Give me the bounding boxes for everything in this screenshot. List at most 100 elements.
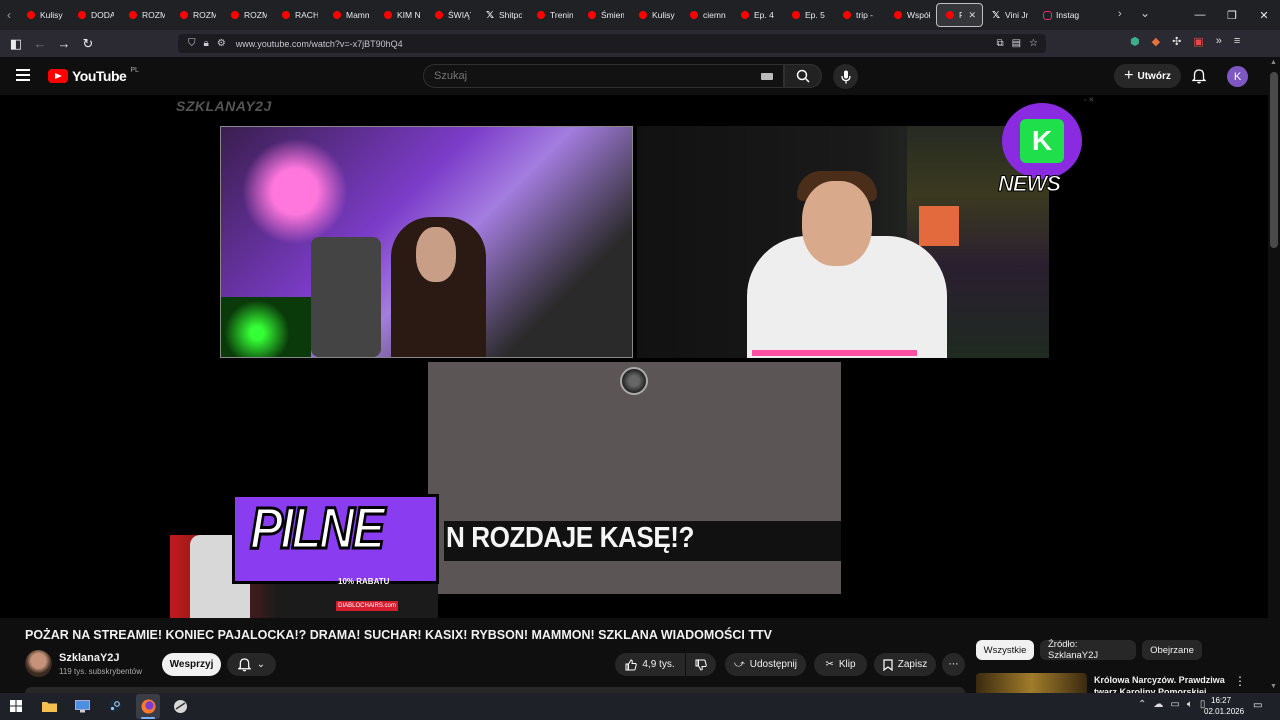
tab-label: Vini Jr. (1005, 10, 1028, 20)
lock-icon[interactable]: 🔒︎ (204, 38, 209, 49)
cloud-icon[interactable]: ☁ (1153, 699, 1163, 710)
share-button[interactable]: ⤻ Udostępnij (725, 653, 806, 676)
address-bar[interactable]: ⛉ 🔒︎ ⚙ www.youtube.com/watch?v=-x7jBT90h… (178, 34, 1046, 53)
scrollbar-thumb[interactable] (1270, 72, 1278, 248)
hamburger-menu-icon[interactable] (16, 69, 30, 81)
network-icon[interactable]: ▭ (1170, 699, 1179, 710)
video-player[interactable]: SZKLANAY2J ▫ ✕ K NEWS N ROZDAJE KASĘ!? P… (0, 95, 1268, 618)
clip-button[interactable]: ✂ Klip (814, 653, 867, 676)
tray-chevron-up-icon[interactable]: ⌃ (1138, 699, 1146, 710)
browser-tab[interactable]: Trenin (528, 0, 579, 30)
like-button[interactable]: 4,9 tys. (615, 653, 685, 676)
youtube-icon (281, 10, 291, 20)
browser-tab[interactable]: Mamm (324, 0, 375, 30)
browser-tab[interactable]: Ep. 5 (783, 0, 834, 30)
chip-watched[interactable]: Obejrzane (1142, 640, 1202, 660)
youtube-logo[interactable]: YouTube PL (48, 67, 139, 84)
scroll-up-icon[interactable]: ▲ (1270, 59, 1277, 66)
keyboard-icon[interactable] (761, 73, 773, 80)
browser-tab[interactable]: PO ✕ (936, 3, 983, 27)
browser-tab[interactable]: Współ (885, 0, 936, 30)
browser-tab[interactable]: ŚWIĄT (426, 0, 477, 30)
clock-date[interactable]: 02.01.2026 (1204, 707, 1244, 716)
url-text[interactable]: www.youtube.com/watch?v=-x7jBT90hQ4 (236, 39, 403, 49)
support-button[interactable]: Wesprzyj (162, 653, 221, 676)
search-box[interactable] (423, 64, 784, 88)
speaker-icon[interactable]: 🔈︎ (1187, 699, 1193, 710)
subscription-bell-button[interactable]: ⌄ (227, 653, 276, 676)
recommended-title[interactable]: Królowa Narcyzów. Prawdziwa twarz Karoli… (1094, 674, 1229, 693)
clock-time[interactable]: 16:27 (1211, 696, 1231, 705)
browser-tab[interactable]: trip - (834, 0, 885, 30)
browser-tab[interactable]: ROZM (171, 0, 222, 30)
browser-tab[interactable]: Śmiem (579, 0, 630, 30)
sidebar-toggle-icon[interactable]: ◧ (4, 36, 28, 52)
dislike-button[interactable] (686, 653, 716, 676)
voice-search-button[interactable] (833, 64, 858, 89)
browser-tab[interactable]: ciemn (681, 0, 732, 30)
tab-close-icon[interactable]: ✕ (968, 10, 976, 21)
permissions-icon[interactable]: ⚙ (217, 38, 226, 49)
news-badge: K NEWS (998, 103, 1086, 203)
extensions-puzzle-icon[interactable]: ✣ (1172, 35, 1181, 48)
channel-avatar[interactable] (25, 650, 52, 677)
browser-tab[interactable]: Kulisy (630, 0, 681, 30)
recommended-thumbnail[interactable] (976, 673, 1087, 693)
youtube-icon (230, 10, 240, 20)
browser-tab[interactable]: Instag (1034, 0, 1085, 30)
recommended-more-icon[interactable]: ⋮ (1234, 674, 1246, 688)
file-explorer-icon[interactable] (41, 698, 57, 714)
forward-icon[interactable]: → (52, 36, 76, 51)
browser-tab[interactable]: KIM N (375, 0, 426, 30)
chip-all[interactable]: Wszystkie (976, 640, 1034, 660)
reload-icon[interactable]: ↻ (76, 36, 100, 52)
save-button[interactable]: Zapisz (874, 653, 936, 676)
notifications-counter-icon[interactable]: ▣ (1193, 35, 1203, 48)
notification-center-icon[interactable]: ▭ (1253, 700, 1262, 711)
channel-name[interactable]: SzklanaY2J (59, 652, 120, 664)
tab-label: ciemn (703, 10, 726, 20)
chip-source[interactable]: Źródło: SzklanaY2J (1040, 639, 1136, 661)
minimize-icon[interactable]: — (1184, 9, 1216, 21)
browser-tab[interactable]: DODA (69, 0, 120, 30)
account-avatar[interactable]: K (1227, 66, 1248, 87)
scroll-down-icon[interactable]: ▼ (1270, 683, 1277, 690)
browser-tab[interactable]: Kulisy (18, 0, 69, 30)
windows-start-icon[interactable] (8, 698, 24, 714)
reader-view-icon[interactable]: ▤ (1012, 38, 1021, 49)
tab-label: ŚWIĄT (448, 10, 471, 20)
back-icon[interactable]: ← (28, 36, 52, 51)
ublock-icon[interactable]: ⬢ (1130, 35, 1140, 48)
search-input[interactable] (424, 65, 724, 87)
app-menu-icon[interactable]: ≡ (1234, 35, 1240, 48)
bookmark-star-icon[interactable]: ☆ (1029, 38, 1038, 49)
k-logo-icon: K (1020, 119, 1064, 163)
bell-icon (237, 657, 251, 671)
shield-icon[interactable]: ⛉ (188, 38, 196, 49)
firefox-icon[interactable] (140, 698, 156, 714)
share-label: Udostępnij (749, 659, 797, 670)
overflow-chevron-icon[interactable]: » (1216, 35, 1222, 48)
browser-tab[interactable]: ROZM (120, 0, 171, 30)
browser-tab[interactable]: RACH (273, 0, 324, 30)
more-actions-button[interactable]: ⋯ (942, 653, 965, 676)
tab-scroll-left-icon[interactable]: ‹ (0, 8, 18, 22)
youtube-icon (893, 10, 903, 20)
notifications-button[interactable] (1190, 67, 1208, 85)
browser-tab[interactable]: 𝕏 Shitpo (477, 0, 528, 30)
steam-icon[interactable] (107, 698, 123, 714)
picture-in-picture-icon[interactable]: ⧉ (996, 38, 1003, 49)
browser-tab[interactable]: 𝕏 Vini Jr. (983, 0, 1034, 30)
restore-icon[interactable]: ❐ (1216, 9, 1248, 22)
create-button[interactable]: + Utwórz (1114, 64, 1181, 88)
browser-tab[interactable]: Ep. 4 (732, 0, 783, 30)
fox-extension-icon[interactable]: ◆ (1152, 35, 1160, 48)
browser-tab[interactable]: ROZM (222, 0, 273, 30)
app-icon[interactable] (172, 698, 188, 714)
tab-list-dropdown-icon[interactable]: ⌄ (1140, 6, 1150, 20)
this-pc-icon[interactable] (74, 698, 90, 714)
search-button[interactable] (784, 64, 822, 88)
x-icon: 𝕏 (485, 9, 495, 21)
tab-scroll-right-icon[interactable]: › (1118, 8, 1122, 20)
close-window-icon[interactable]: ✕ (1248, 9, 1280, 22)
